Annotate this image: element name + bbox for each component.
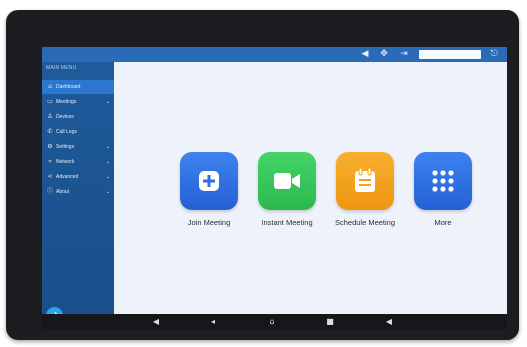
search-input[interactable]	[419, 50, 481, 59]
recent-apps-icon[interactable]: ■	[325, 317, 335, 327]
more-app[interactable]: More	[403, 152, 483, 227]
calendar-icon: ▭	[47, 98, 53, 105]
bottom-navigation-bar: ◀ ◂ ⌂ ■ ◀	[42, 314, 507, 330]
exit-icon[interactable]: ⎋	[489, 49, 499, 59]
home-icon: ⌂	[48, 83, 52, 90]
chevron-down-icon: ⌄	[105, 159, 111, 165]
sidebar-item-label: Advanced	[56, 174, 79, 180]
filter-icon: ▿	[48, 158, 52, 165]
schedule-meeting-tile[interactable]	[336, 152, 394, 210]
sidebar-item-advanced[interactable]: ≺ Advanced ⌄	[42, 170, 114, 184]
sidebar-item-devices[interactable]: ♙ Devices	[42, 110, 114, 124]
sidebar-item-settings[interactable]: ⚙ Settings ⌄	[42, 140, 114, 154]
grid-icon	[432, 170, 454, 192]
sidebar-item-label: Devices	[56, 114, 74, 120]
more-tile[interactable]	[414, 152, 472, 210]
sidebar-item-label: Call Logs	[56, 129, 77, 135]
sidebar-item-meetings[interactable]: ▭ Meetings ⌄	[42, 95, 114, 109]
app-label: Join Meeting	[187, 218, 231, 227]
back-icon[interactable]: ◂	[208, 317, 218, 327]
main-content: Join Meeting Instant Meeting Schedule Me…	[114, 62, 507, 314]
chevron-down-icon: ⌄	[105, 189, 111, 195]
sidebar-item-label: Dashboard	[56, 84, 81, 90]
app-label: More	[434, 218, 452, 227]
share-icon: ≺	[47, 173, 53, 180]
sidebar-item-label: About	[56, 189, 70, 195]
tablet-bezel: ◀ ✥ ⇥ ⎋ MAIN MENU ⌂ Dashboard ▭ Meetings…	[6, 10, 519, 340]
phone-icon: ✆	[47, 128, 53, 135]
chevron-down-icon: ⌄	[105, 174, 111, 180]
app-label: Schedule Meeting	[334, 218, 396, 227]
sidebar: MAIN MENU ⌂ Dashboard ▭ Meetings ⌄ ♙ Dev…	[42, 62, 114, 324]
sidebar-item-label: Settings	[56, 144, 75, 150]
app-label: Instant Meeting	[261, 218, 313, 227]
plus-icon	[199, 171, 219, 191]
calendar-clipboard-icon	[355, 167, 375, 192]
info-icon: ⓘ	[47, 188, 54, 195]
top-status-bar: ◀ ✥ ⇥ ⎋	[42, 47, 507, 62]
sign-in-icon[interactable]: ⇥	[399, 49, 409, 59]
screen: ◀ ✥ ⇥ ⎋ MAIN MENU ⌂ Dashboard ▭ Meetings…	[42, 47, 507, 330]
chevron-down-icon: ⌄	[105, 99, 111, 105]
gear-icon: ⚙	[47, 143, 53, 150]
sidebar-item-dashboard[interactable]: ⌂ Dashboard	[42, 80, 114, 94]
join-meeting-tile[interactable]	[180, 152, 238, 210]
join-meeting-app[interactable]: Join Meeting	[169, 152, 249, 227]
chevron-down-icon: ⌄	[105, 144, 111, 150]
volume-up-icon[interactable]: ◀	[384, 317, 394, 327]
sidebar-item-label: Network	[56, 159, 75, 165]
home-icon[interactable]: ⌂	[267, 317, 277, 327]
volume-icon[interactable]: ◀	[360, 49, 370, 59]
move-icon[interactable]: ✥	[379, 49, 389, 59]
schedule-meeting-app[interactable]: Schedule Meeting	[325, 152, 405, 227]
sidebar-item-call-logs[interactable]: ✆ Call Logs	[42, 125, 114, 139]
sidebar-item-network[interactable]: ▿ Network ⌄	[42, 155, 114, 169]
video-camera-icon	[274, 173, 300, 189]
instant-meeting-tile[interactable]	[258, 152, 316, 210]
user-icon: ♙	[47, 113, 53, 120]
sidebar-item-about[interactable]: ⓘ About ⌄	[42, 185, 114, 199]
instant-meeting-app[interactable]: Instant Meeting	[247, 152, 327, 227]
sidebar-item-label: Meetings	[56, 99, 77, 105]
sidebar-title: MAIN MENU	[46, 65, 77, 71]
volume-down-icon[interactable]: ◀	[151, 317, 161, 327]
